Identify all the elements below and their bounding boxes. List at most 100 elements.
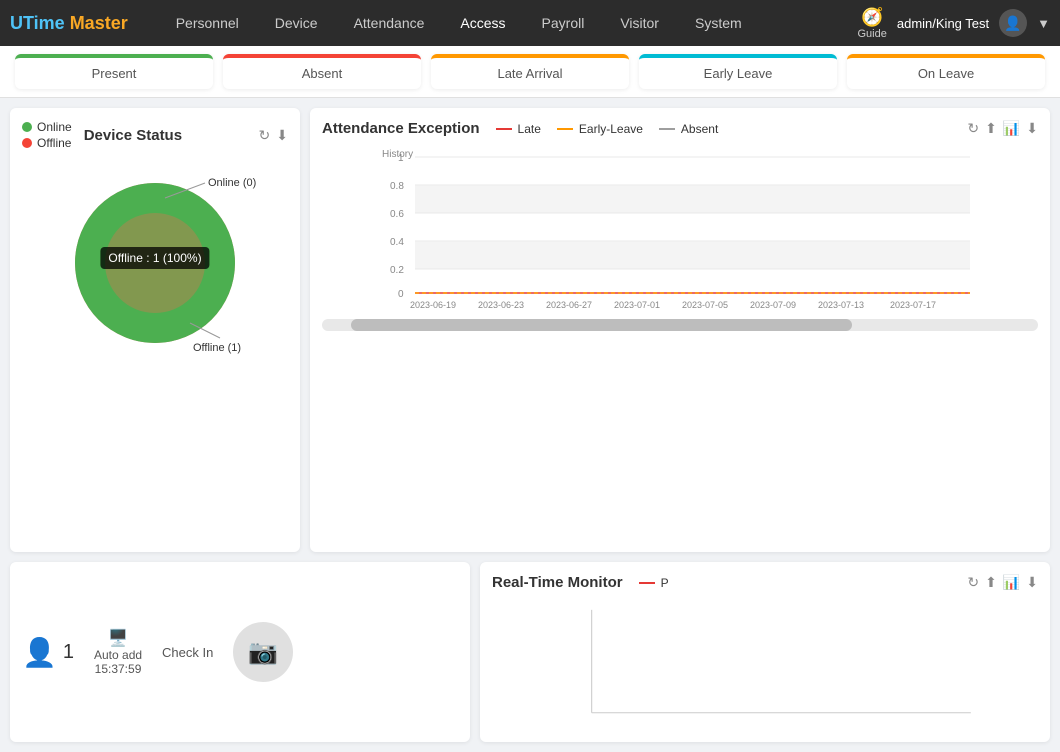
logo-u: U [10,13,23,33]
nav-item-access[interactable]: Access [442,0,523,46]
svg-text:2023-07-09: 2023-07-09 [750,300,796,310]
upload-icon-attendance[interactable]: ⬆ [985,120,997,137]
nav-item-personnel[interactable]: Personnel [158,0,257,46]
nav-right: 🧭 Guide admin/King Test 👤 ▼ [858,7,1051,40]
download-icon-attendance[interactable]: ⬇ [1026,120,1038,137]
chart-icon-realtime[interactable]: 📊 [1003,574,1020,591]
user-info[interactable]: admin/King Test [897,16,989,31]
user-icon: 👤 [22,636,57,669]
offline-dot [22,138,32,148]
legend-early-leave: Early-Leave [557,122,643,136]
attendance-chart-area: History 1 0.8 0.6 0.4 0.2 [322,145,1038,315]
nav-item-attendance[interactable]: Attendance [336,0,443,46]
logo-master: Master [65,13,128,33]
legend-absent: Absent [659,122,718,136]
status-card-absent[interactable]: Absent [223,54,421,89]
auto-add: 🖥️ Auto add 15:37:59 [94,628,142,676]
chart-scrollbar-thumb[interactable] [351,319,852,331]
checkin-card: 👤 1 🖥️ Auto add 15:37:59 Check In 📷 [10,562,470,742]
svg-text:0.6: 0.6 [390,209,404,220]
auto-add-time: 15:37:59 [95,662,142,676]
navbar: UTime Master Personnel Device Attendance… [0,0,1060,46]
svg-text:2023-06-19: 2023-06-19 [410,300,456,310]
chart-icon-attendance[interactable]: 📊 [1003,120,1020,137]
pie-chart-container: Online (0) Offline (1) Offline : 1 (100%… [22,158,288,358]
late-line-icon [496,128,512,130]
status-card-present[interactable]: Present [15,54,213,89]
download-icon-realtime[interactable]: ⬇ [1026,574,1038,591]
upload-icon-realtime[interactable]: ⬆ [985,574,997,591]
guide-icon: 🧭 [861,7,883,28]
refresh-icon-realtime[interactable]: ↻ [967,574,979,591]
pie-tooltip: Offline : 1 (100%) [100,247,209,269]
nav-item-visitor[interactable]: Visitor [602,0,677,46]
status-card-absent-label: Absent [237,66,407,81]
attendance-title: Attendance Exception [322,120,480,137]
legend-late: Late [496,122,541,136]
svg-text:0.4: 0.4 [390,237,404,248]
online-dot [22,122,32,132]
status-card-on-leave-label: On Leave [861,66,1031,81]
check-in-label: Check In [162,645,213,660]
user-count-number: 1 [63,641,74,664]
realtime-card-actions: ↻ ⬆ 📊 ⬇ [967,574,1038,591]
logo-time: Time [23,13,65,33]
legend-p-label: P [661,576,669,590]
chart-legend: Late Early-Leave Absent [496,122,719,136]
legend-offline: Offline [22,136,72,150]
legend-online: Online [22,120,72,134]
early-leave-line-icon [557,128,573,130]
device-status-card: Online Offline Device Status ↻ ⬇ [10,108,300,552]
guide-button[interactable]: 🧭 Guide [858,7,887,40]
refresh-icon[interactable]: ↻ [259,127,271,144]
legend-online-label: Online [37,120,72,134]
logo: UTime Master [10,13,128,34]
legend-p: P [639,576,669,590]
nav-item-payroll[interactable]: Payroll [524,0,603,46]
legend-late-label: Late [518,122,541,136]
realtime-title: Real-Time Monitor [492,574,623,591]
svg-text:0.2: 0.2 [390,265,404,276]
guide-label: Guide [858,28,887,40]
svg-text:0: 0 [398,289,404,300]
user-label: admin/King Test [897,16,989,31]
status-card-early-leave[interactable]: Early Leave [639,54,837,89]
device-status-header: Online Offline Device Status ↻ ⬇ [22,120,288,150]
dropdown-icon[interactable]: ▼ [1037,16,1050,31]
refresh-icon-attendance[interactable]: ↻ [967,120,979,137]
status-cards-row: Present Absent Late Arrival Early Leave … [0,46,1060,98]
svg-text:0.8: 0.8 [390,181,404,192]
legend-early-leave-label: Early-Leave [579,122,643,136]
realtime-monitor-card: Real-Time Monitor P ↻ ⬆ 📊 ⬇ [480,562,1050,742]
realtime-chart-svg [492,599,1038,729]
svg-text:1: 1 [398,153,404,164]
legend-offline-label: Offline [37,136,71,150]
avatar[interactable]: 👤 [999,9,1027,37]
p-line-icon [639,582,655,584]
attendance-chart-svg: History 1 0.8 0.6 0.4 0.2 [322,145,1038,315]
svg-text:2023-07-17: 2023-07-17 [890,300,936,310]
realtime-legend: P [639,576,669,590]
online-label-text: Online (0) [208,177,256,189]
chart-scrollbar[interactable] [322,319,1038,331]
status-card-late-label: Late Arrival [445,66,615,81]
auto-add-icon: 🖥️ [108,628,128,648]
bottom-row: 👤 1 🖥️ Auto add 15:37:59 Check In 📷 Real… [0,562,1060,752]
status-card-late[interactable]: Late Arrival [431,54,629,89]
svg-text:2023-07-01: 2023-07-01 [614,300,660,310]
download-icon[interactable]: ⬇ [276,127,288,144]
realtime-header: Real-Time Monitor P ↻ ⬆ 📊 ⬇ [492,574,1038,591]
svg-text:2023-06-23: 2023-06-23 [478,300,524,310]
legend-absent-label: Absent [681,122,718,136]
nav-item-device[interactable]: Device [257,0,336,46]
device-card-actions: ↻ ⬇ [259,127,288,144]
auto-add-label: Auto add [94,648,142,662]
attendance-exception-card: Attendance Exception Late Early-Leave Ab… [310,108,1050,552]
attendance-card-header: Attendance Exception Late Early-Leave Ab… [322,120,1038,137]
offline-label-text: Offline (1) [193,342,241,354]
device-legend: Online Offline [22,120,72,150]
nav-item-system[interactable]: System [677,0,760,46]
status-card-early-leave-label: Early Leave [653,66,823,81]
status-card-on-leave[interactable]: On Leave [847,54,1045,89]
svg-text:2023-07-13: 2023-07-13 [818,300,864,310]
